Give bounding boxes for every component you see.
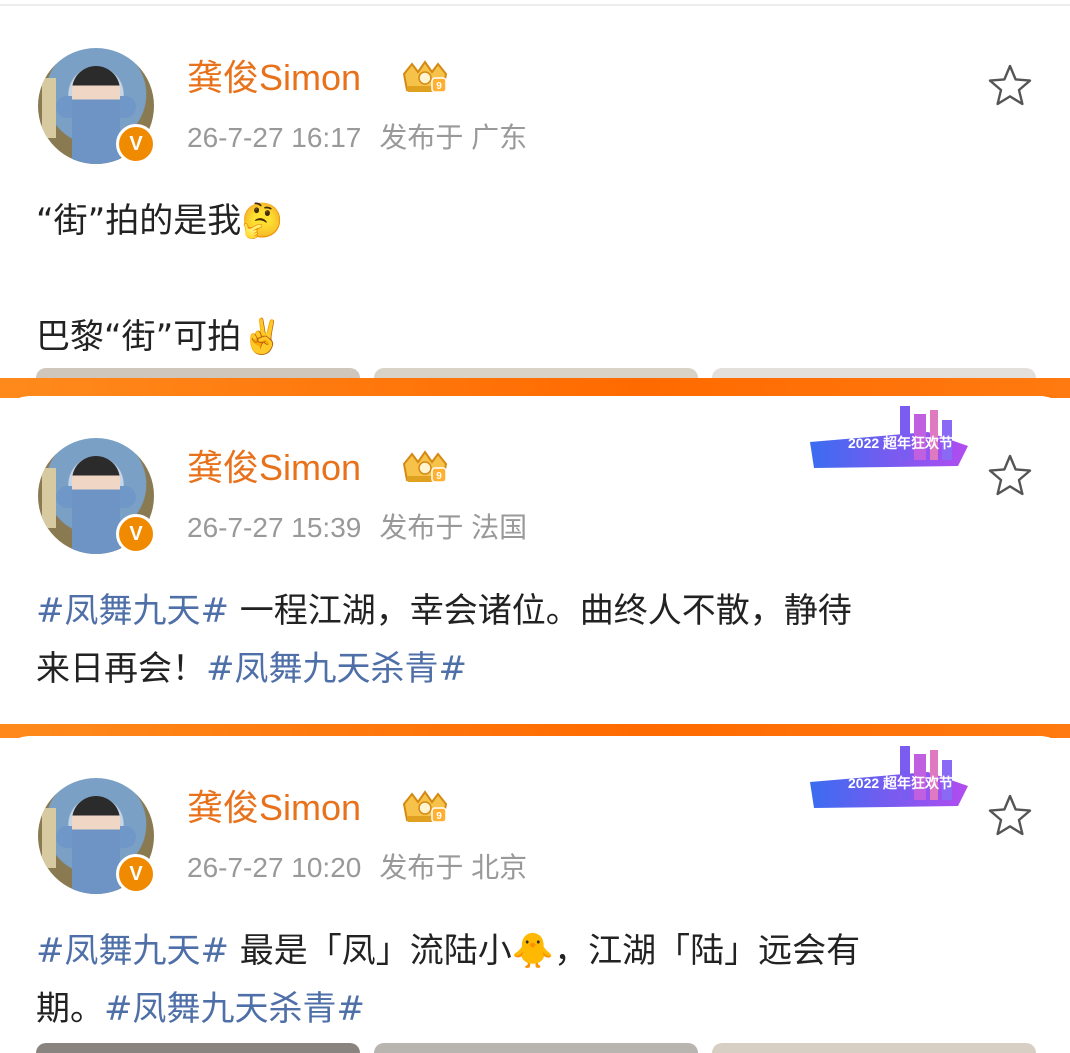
post-text-line-2: 期。#凤舞九天杀青# bbox=[36, 980, 1036, 1038]
avatar-background-sign bbox=[42, 78, 56, 138]
crown-member-icon[interactable]: 9 bbox=[398, 60, 452, 96]
victory-hand-emoji: ✌️ bbox=[241, 317, 284, 357]
post-meta: 26-7-27 15:39 发布于 法国 bbox=[187, 510, 527, 546]
hashtag-link[interactable]: #凤舞九天# bbox=[36, 931, 229, 971]
verified-v-icon: V bbox=[116, 854, 156, 894]
star-outline-icon[interactable] bbox=[986, 62, 1034, 110]
post-text-line-2: 来日再会！#凤舞九天杀青# bbox=[36, 640, 1036, 698]
event-badge-icon[interactable]: 2022 超年狂欢节 bbox=[808, 402, 978, 474]
username[interactable]: 龚俊Simon bbox=[187, 56, 361, 100]
post-text-line-1: #凤舞九天# 一程江湖，幸会诸位。曲终人不散，静待 bbox=[36, 582, 1036, 640]
post-text-line-2: 巴黎“街”可拍✌️ bbox=[36, 308, 1036, 366]
avatar-figure bbox=[72, 456, 120, 554]
hashtag-link[interactable]: #凤舞九天杀青# bbox=[206, 649, 467, 689]
username[interactable]: 龚俊Simon bbox=[187, 446, 361, 490]
image-thumbnails bbox=[36, 368, 1036, 378]
post-text-line-1: #凤舞九天# 最是「凤」流陆小🐥，江湖「陆」远会有 bbox=[36, 922, 1036, 980]
post-time: 26-7-27 10:20 bbox=[187, 852, 362, 883]
post-location: 发布于 广东 bbox=[379, 122, 528, 153]
username[interactable]: 龚俊Simon bbox=[187, 786, 361, 830]
image-thumbnail[interactable] bbox=[36, 368, 360, 378]
post-text-line-1: “街”拍的是我🤔 bbox=[36, 192, 1036, 250]
image-thumbnail[interactable] bbox=[712, 368, 1036, 378]
avatar-figure bbox=[72, 66, 120, 164]
avatar-figure bbox=[72, 796, 120, 894]
post-meta: 26-7-27 16:17 发布于 广东 bbox=[187, 120, 527, 156]
post-text: 期。 bbox=[36, 989, 104, 1029]
post-location: 发布于 北京 bbox=[379, 852, 528, 883]
star-outline-icon[interactable] bbox=[986, 792, 1034, 840]
thinking-face-emoji: 🤔 bbox=[241, 201, 284, 241]
post-card-1[interactable]: V 龚俊Simon 9 26-7-27 16:17 发布于 广东 “街”拍的是我🤔… bbox=[0, 6, 1070, 378]
post-time: 26-7-27 15:39 bbox=[187, 512, 362, 543]
crown-member-icon[interactable]: 9 bbox=[398, 450, 452, 486]
event-badge-label: 2022 超年狂欢节 bbox=[848, 435, 953, 451]
post-card-2[interactable]: V 龚俊Simon 9 26-7-27 15:39 发布于 法国 2022 超年狂… bbox=[0, 396, 1070, 724]
svg-text:9: 9 bbox=[436, 81, 442, 92]
post-text: “街”拍的是我 bbox=[36, 201, 242, 241]
hashtag-link[interactable]: #凤舞九天# bbox=[36, 591, 229, 631]
crown-member-icon[interactable]: 9 bbox=[398, 790, 452, 826]
avatar-background-sign bbox=[42, 468, 56, 528]
post-text: 来日再会！ bbox=[36, 649, 206, 689]
post-text: 一程江湖，幸会诸位。曲终人不散，静待 bbox=[228, 591, 852, 631]
post-text: 巴黎“街”可拍 bbox=[36, 317, 242, 357]
image-thumbnail[interactable] bbox=[374, 368, 698, 378]
card-divider bbox=[0, 378, 1070, 398]
svg-text:9: 9 bbox=[436, 811, 442, 822]
post-text: 最是「凤」流陆小 bbox=[228, 931, 512, 971]
star-outline-icon[interactable] bbox=[986, 452, 1034, 500]
post-meta: 26-7-27 10:20 发布于 北京 bbox=[187, 850, 527, 886]
avatar-background-sign bbox=[42, 808, 56, 868]
post-location: 发布于 法国 bbox=[379, 512, 528, 543]
event-badge-label: 2022 超年狂欢节 bbox=[848, 775, 953, 791]
verified-v-icon: V bbox=[116, 514, 156, 554]
image-thumbnail[interactable] bbox=[374, 1043, 698, 1053]
verified-v-icon: V bbox=[116, 124, 156, 164]
image-thumbnail[interactable] bbox=[36, 1043, 360, 1053]
hashtag-link[interactable]: #凤舞九天杀青# bbox=[104, 989, 365, 1029]
image-thumbnails bbox=[36, 1043, 1036, 1053]
image-thumbnail[interactable] bbox=[712, 1043, 1036, 1053]
post-text: ，江湖「陆」远会有 bbox=[554, 931, 861, 971]
event-badge-icon[interactable]: 2022 超年狂欢节 bbox=[808, 742, 978, 814]
svg-text:9: 9 bbox=[436, 471, 442, 482]
post-time: 26-7-27 16:17 bbox=[187, 122, 362, 153]
baby-chick-emoji: 🐥 bbox=[511, 931, 555, 971]
post-card-3[interactable]: V 龚俊Simon 9 26-7-27 10:20 发布于 北京 2022 超年狂… bbox=[0, 736, 1070, 1053]
